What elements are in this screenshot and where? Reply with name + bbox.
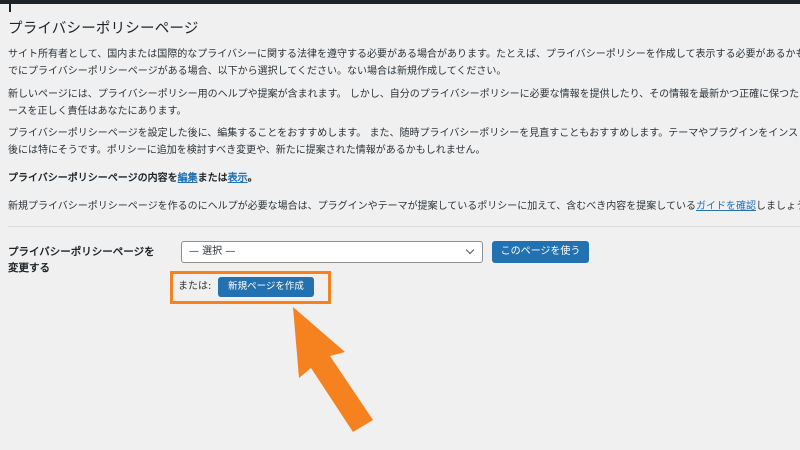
arrow-up-left-icon: [293, 307, 373, 432]
annotation-arrow: [293, 307, 373, 432]
